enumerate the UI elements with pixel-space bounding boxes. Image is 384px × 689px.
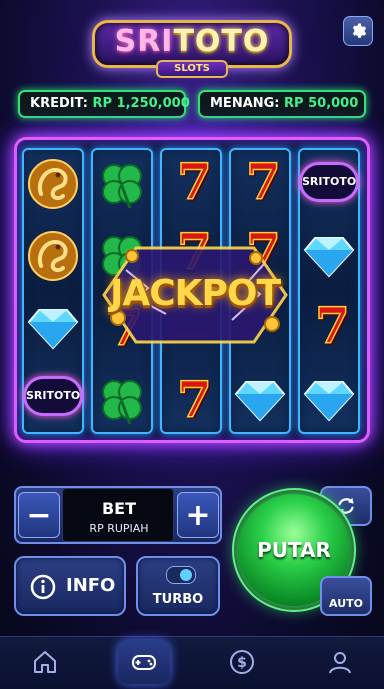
clover-symbol-icon [102,164,142,209]
turbo-toggle[interactable] [166,566,196,584]
bet-title: BET [101,499,137,518]
dragon-symbol-icon [28,231,78,281]
diamond-symbol-icon [234,381,286,422]
logo-subtitle: SLOTS [156,60,228,78]
settings-button[interactable] [343,16,373,46]
logo-part-b: TOTO [173,24,270,59]
sritoto-symbol: SRITOTO [23,376,83,416]
game-logo: SRITOTO SLOTS [92,20,292,80]
bet-currency: RP RUPIAH [89,522,149,535]
gear-icon [352,23,367,38]
jackpot-banner: JACKPOT [109,273,281,314]
info-label: INFO [66,575,116,596]
logo-part-a: SRI [114,24,174,59]
credit-display: KREDIT: RP 1,250,000 [18,90,190,118]
diamond-symbol-icon [27,309,79,350]
diamond-symbol-icon [303,381,355,422]
bet-increase-button[interactable]: + [177,492,219,538]
refresh-icon [338,497,354,515]
logo-title: SRITOTO [92,24,292,59]
diamond-symbol-icon [303,237,355,278]
home-icon[interactable] [31,648,59,676]
gamepad-icon[interactable] [130,648,158,676]
win-label: MENANG: [210,96,280,111]
win-display: MENANG: RP 50,000 [198,90,366,118]
dollar-icon[interactable]: $ [228,648,256,676]
turbo-button[interactable]: TURBO [136,556,220,616]
bet-display: BET RP RUPIAH [62,488,174,542]
seven-symbol: 7 [314,295,350,356]
seven-symbol: 7 [245,151,281,212]
user-icon[interactable] [326,648,354,676]
info-button[interactable]: INFO [14,556,126,616]
credit-label: KREDIT: [30,96,88,111]
auto-button[interactable]: AUTO [320,576,372,616]
credit-value: RP 1,250,000 [92,96,190,111]
sritoto-symbol: SRITOTO [299,162,359,202]
clover-symbol-icon [102,380,142,425]
turbo-toggle-knob [180,569,192,581]
seven-symbol: 7 [176,369,212,430]
win-value: RP 50,000 [284,96,359,111]
info-icon [30,574,56,600]
seven-symbol: 7 [176,151,212,212]
turbo-label: TURBO [152,592,204,607]
svg-text:$: $ [237,655,247,671]
bet-decrease-button[interactable]: − [18,492,60,538]
dragon-symbol-icon [28,159,78,209]
spin-label: PUTAR [257,538,331,562]
auto-label: AUTO [329,597,363,610]
